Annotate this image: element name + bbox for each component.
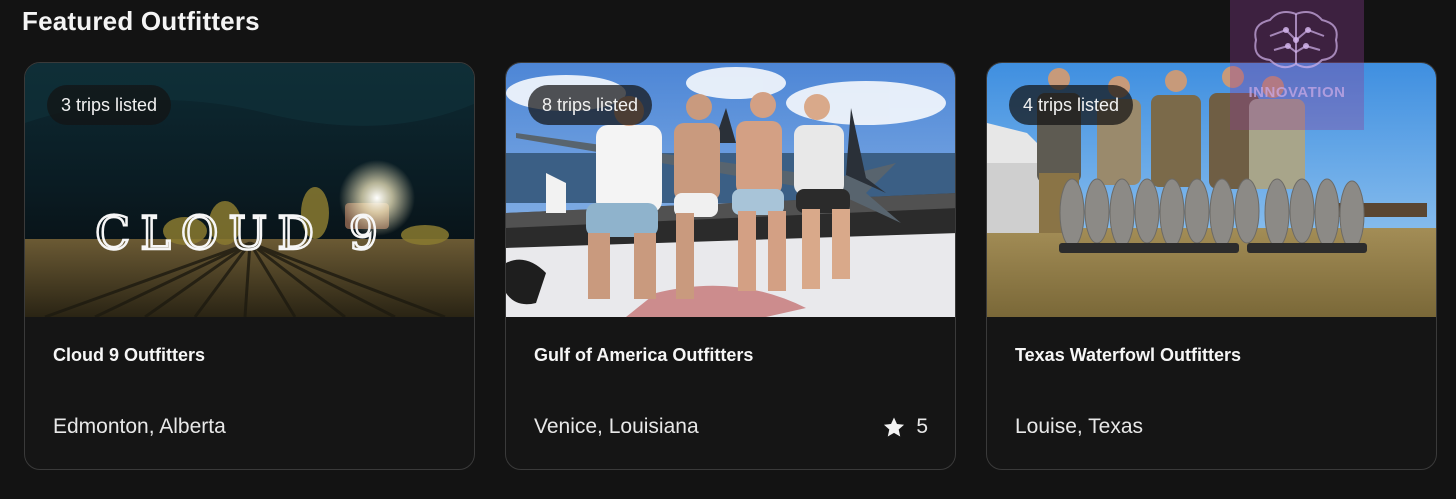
outfitter-card-texas-waterfowl[interactable]: 4 trips listed Texas Waterfowl Outfitter… — [986, 62, 1437, 470]
outfitter-photo[interactable]: CLOUD 9 3 trips listed — [25, 63, 474, 317]
outfitter-card-cloud-9[interactable]: CLOUD 9 3 trips listed Cloud 9 Outfitter… — [24, 62, 475, 470]
outfitter-location: Louise, Texas — [1015, 415, 1144, 438]
watermark: INNOVATION — [1230, 0, 1364, 130]
outfitter-name[interactable]: Gulf of America Outfitters — [534, 345, 753, 366]
outfitter-name[interactable]: Cloud 9 Outfitters — [53, 345, 205, 366]
outfitter-photo[interactable]: 4 trips listed — [987, 63, 1436, 317]
outfitter-card-gulf-of-america[interactable]: 8 trips listed Gulf of America Outfitter… — [505, 62, 956, 470]
trips-listed-badge: 8 trips listed — [528, 85, 653, 125]
trips-listed-badge: 3 trips listed — [47, 85, 172, 125]
outfitter-location: Edmonton, Alberta — [53, 415, 226, 438]
outfitter-rating: 5 — [882, 415, 928, 439]
outfitter-name[interactable]: Texas Waterfowl Outfitters — [1015, 345, 1241, 366]
outfitter-photo[interactable]: 8 trips listed — [506, 63, 955, 317]
brain-logo-icon — [1254, 11, 1338, 69]
outfitter-location: Venice, Louisiana — [534, 415, 699, 438]
rating-value: 5 — [916, 415, 928, 438]
section-title: Featured Outfitters — [22, 6, 260, 36]
watermark-text: INNOVATION — [1248, 84, 1346, 101]
star-icon — [884, 416, 905, 437]
trips-listed-badge: 4 trips listed — [1009, 85, 1134, 125]
cloud-9-light-text: CLOUD 9 — [95, 206, 388, 260]
